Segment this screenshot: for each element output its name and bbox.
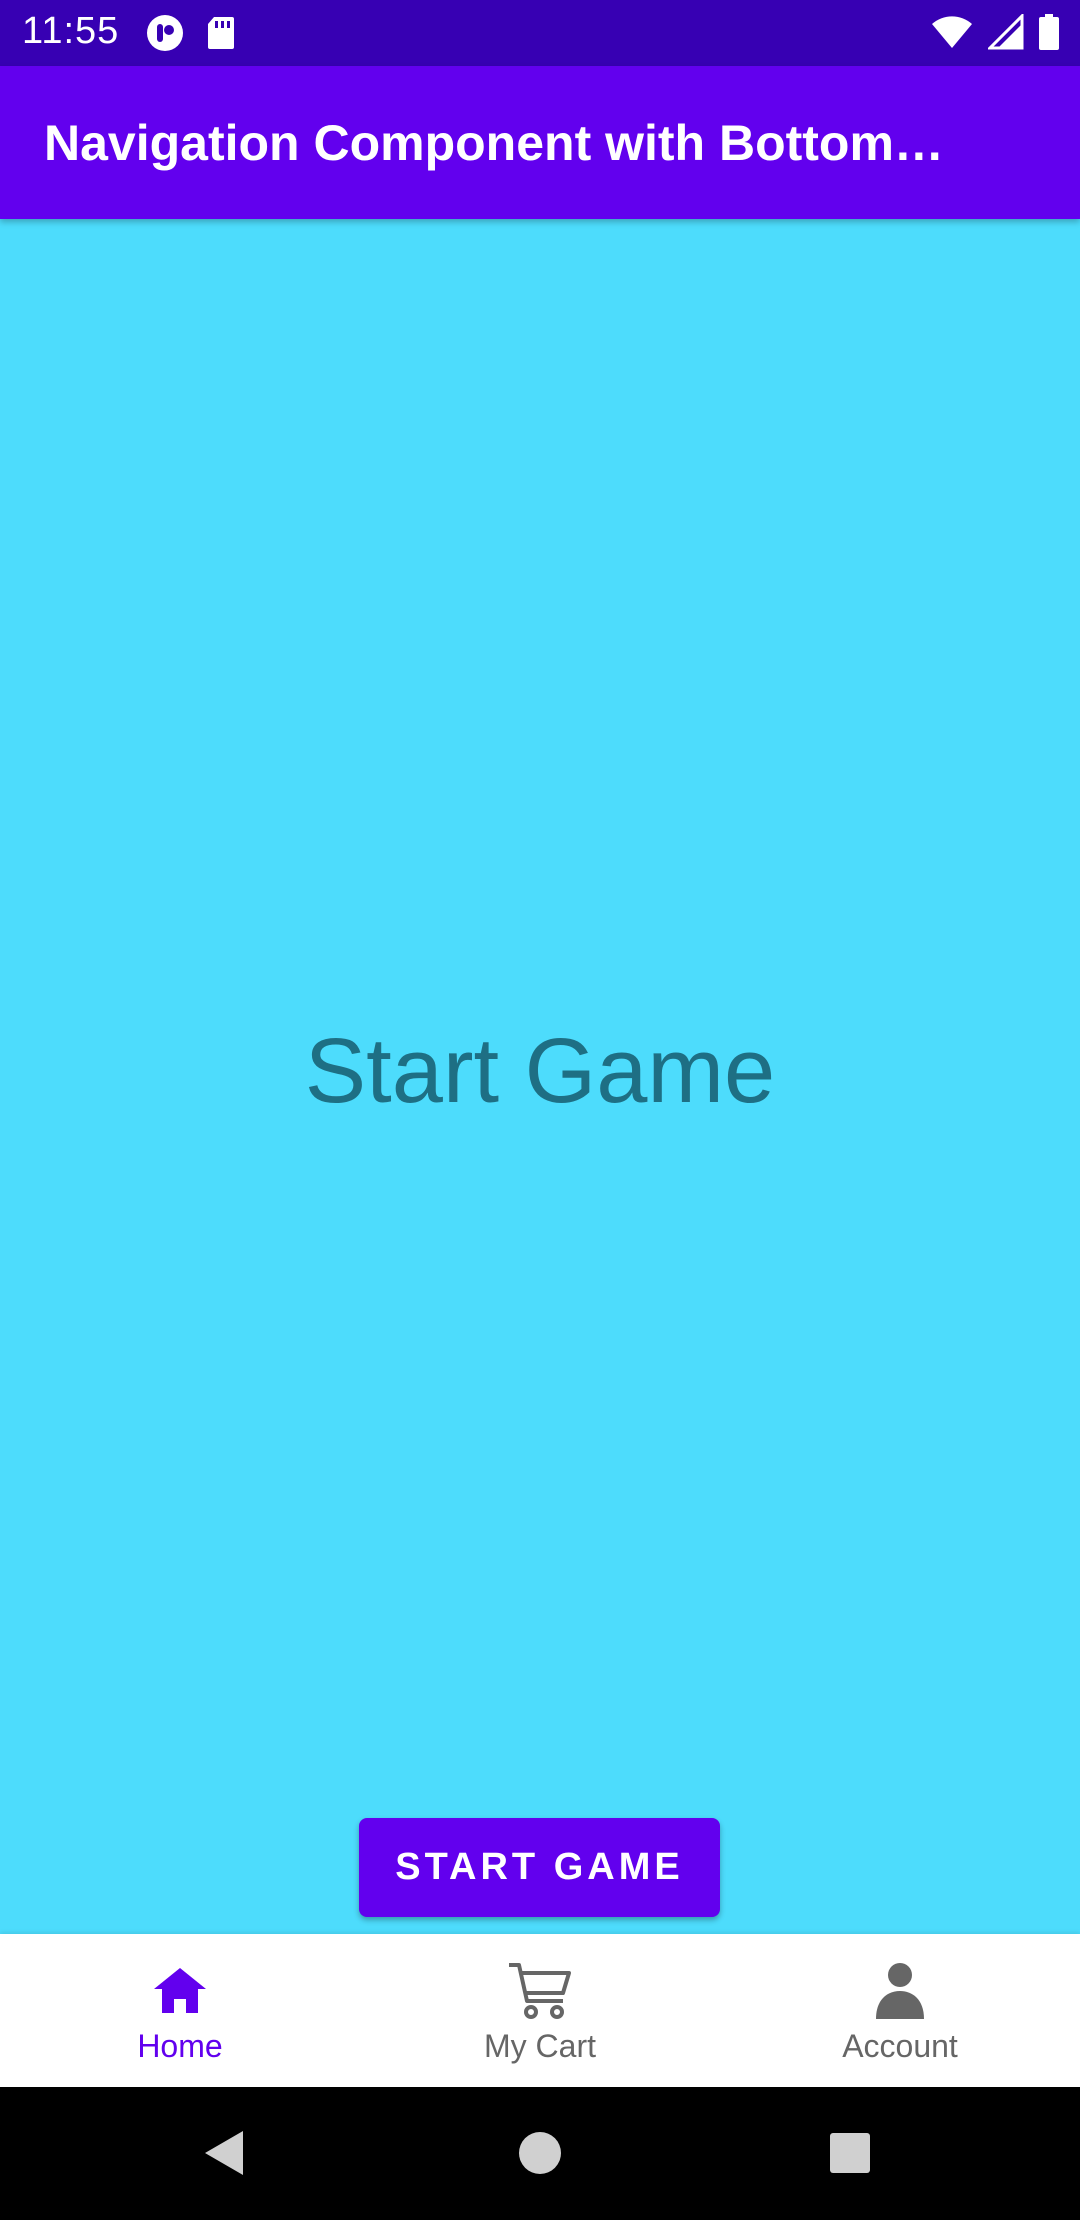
notification-app-icon — [146, 14, 184, 57]
wifi-icon — [930, 14, 974, 55]
nav-label-home: Home — [137, 2028, 223, 2064]
status-notification-icons — [146, 14, 236, 57]
main-content: Start Game START GAME — [0, 219, 1080, 1934]
nav-label-my-cart: My Cart — [484, 2028, 596, 2064]
status-bar: 11:55 — [0, 0, 1080, 66]
sd-card-icon — [206, 15, 236, 56]
system-navigation-bar — [0, 2087, 1080, 2220]
start-game-headline: Start Game — [304, 1020, 776, 1122]
cart-icon — [507, 1958, 573, 2024]
account-icon — [867, 1958, 933, 2024]
home-icon — [147, 1958, 213, 2024]
phone-screen: 11:55 Navigation Component with Bottom… … — [0, 0, 1080, 2220]
app-bar: Navigation Component with Bottom… — [0, 66, 1080, 219]
status-time: 11:55 — [22, 10, 120, 52]
bottom-navigation: Home My Cart Account — [0, 1934, 1080, 2087]
nav-item-home[interactable]: Home — [0, 1934, 360, 2087]
nav-label-account: Account — [842, 2028, 958, 2064]
app-title: Navigation Component with Bottom… — [44, 115, 944, 171]
home-circle-icon[interactable] — [518, 2129, 562, 2182]
recents-icon[interactable] — [828, 2129, 872, 2182]
cellular-signal-icon — [986, 12, 1024, 55]
battery-icon — [1038, 14, 1060, 55]
nav-item-my-cart[interactable]: My Cart — [360, 1934, 720, 2087]
back-icon[interactable] — [203, 2129, 247, 2182]
nav-item-account[interactable]: Account — [720, 1934, 1080, 2087]
start-game-button[interactable]: START GAME — [359, 1818, 720, 1917]
status-system-icons — [930, 12, 1060, 55]
